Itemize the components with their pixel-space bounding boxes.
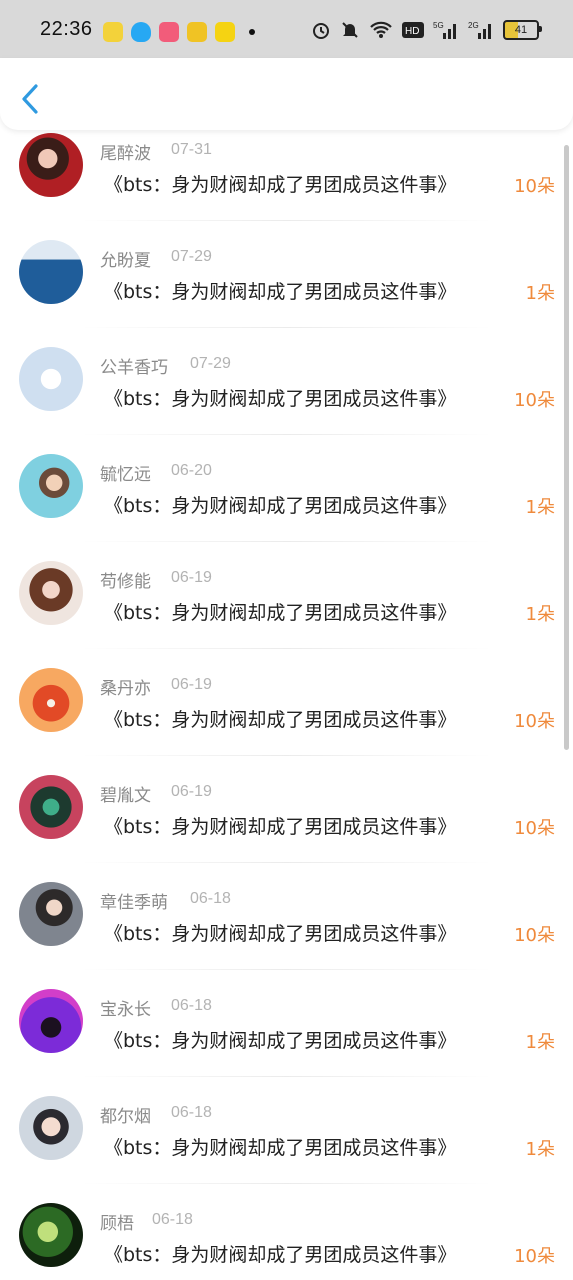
book-title[interactable]: 《bts：身为财阀却成了男团成员这件事》 — [104, 919, 456, 946]
book-title[interactable]: 《bts：身为财阀却成了男团成员这件事》 — [104, 170, 456, 197]
app-notification-icon — [159, 22, 179, 42]
user-name[interactable]: 公羊香巧 — [100, 353, 168, 378]
avatar[interactable] — [19, 240, 83, 304]
signal-2g-icon: 2G — [468, 20, 494, 40]
book-title[interactable]: 《bts：身为财阀却成了男团成员这件事》 — [104, 491, 456, 518]
user-name[interactable]: 宝永长 — [100, 995, 151, 1020]
user-name[interactable]: 允盼夏 — [100, 246, 151, 271]
avatar[interactable] — [19, 668, 83, 732]
flower-amount: 1朵 — [525, 283, 555, 304]
user-name[interactable]: 桑丹亦 — [100, 674, 151, 699]
system-icons: HD 5G 2G 41 — [311, 20, 542, 40]
book-title[interactable]: 《bts：身为财阀却成了男团成员这件事》 — [104, 1026, 456, 1053]
list-item[interactable]: 尾醉波 07-31 《bts：身为财阀却成了男团成员这件事》 10朵 — [0, 130, 573, 221]
user-name[interactable]: 章佳季萌 — [100, 888, 168, 913]
signal-5g-icon: 5G — [433, 20, 459, 40]
avatar[interactable] — [19, 561, 83, 625]
flower-amount: 1朵 — [525, 1139, 555, 1160]
flower-amount: 10朵 — [514, 925, 555, 946]
list-item[interactable]: 碧胤文 06-19 《bts：身为财阀却成了男团成员这件事》 10朵 — [0, 756, 573, 863]
status-bar: 22:36 HD 5G 2G 41 — [0, 0, 573, 58]
battery-icon: 41 — [503, 20, 542, 40]
user-name[interactable]: 苟修能 — [100, 567, 151, 592]
user-name[interactable]: 毓忆远 — [100, 460, 151, 485]
gift-record-list[interactable]: 尾醉波 07-31 《bts：身为财阀却成了男团成员这件事》 10朵 允盼夏 07-29 《… — [0, 130, 573, 1280]
flower-amount: 10朵 — [514, 711, 555, 732]
book-title[interactable]: 《bts：身为财阀却成了男团成员这件事》 — [104, 384, 456, 411]
user-name[interactable]: 顾梧 — [100, 1209, 134, 1234]
battery-level: 41 — [514, 24, 528, 36]
list-item[interactable]: 桑丹亦 06-19 《bts：身为财阀却成了男团成员这件事》 10朵 — [0, 649, 573, 756]
book-title[interactable]: 《bts：身为财阀却成了男团成员这件事》 — [104, 1133, 456, 1160]
gift-date: 07-29 — [190, 355, 231, 372]
header-bar — [0, 58, 573, 130]
user-name[interactable]: 碧胤文 — [100, 781, 151, 806]
user-name[interactable]: 都尔烟 — [100, 1102, 151, 1127]
book-title[interactable]: 《bts：身为财阀却成了男团成员这件事》 — [104, 705, 456, 732]
list-item[interactable]: 都尔烟 06-18 《bts：身为财阀却成了男团成员这件事》 1朵 — [0, 1077, 573, 1184]
flower-amount: 1朵 — [525, 497, 555, 518]
alarm-icon — [311, 20, 331, 40]
avatar[interactable] — [19, 882, 83, 946]
flower-amount: 10朵 — [514, 390, 555, 411]
svg-text:5G: 5G — [433, 21, 444, 30]
list-item[interactable]: 公羊香巧 07-29 《bts：身为财阀却成了男团成员这件事》 10朵 — [0, 328, 573, 435]
book-title[interactable]: 《bts：身为财阀却成了男团成员这件事》 — [104, 277, 456, 304]
flower-amount: 1朵 — [525, 1032, 555, 1053]
gift-date: 06-18 — [171, 997, 212, 1014]
wifi-icon — [369, 20, 393, 40]
user-name[interactable]: 尾醉波 — [100, 139, 151, 164]
avatar[interactable] — [19, 775, 83, 839]
app-notification-icon — [187, 22, 207, 42]
mute-icon — [340, 20, 360, 40]
gift-date: 06-19 — [171, 676, 212, 693]
qq-icon — [131, 22, 151, 42]
list-item[interactable]: 章佳季萌 06-18 《bts：身为财阀却成了男团成员这件事》 10朵 — [0, 863, 573, 970]
flower-amount: 1朵 — [525, 604, 555, 625]
list-item[interactable]: 苟修能 06-19 《bts：身为财阀却成了男团成员这件事》 1朵 — [0, 542, 573, 649]
list-item[interactable]: 允盼夏 07-29 《bts：身为财阀却成了男团成员这件事》 1朵 — [0, 221, 573, 328]
avatar[interactable] — [19, 133, 83, 197]
flower-amount: 10朵 — [514, 1246, 555, 1267]
gift-date: 07-31 — [171, 141, 212, 158]
app-notification-icon — [215, 22, 235, 42]
book-title[interactable]: 《bts：身为财阀却成了男团成员这件事》 — [104, 812, 456, 839]
chevron-left-icon — [22, 84, 38, 114]
app-notification-icon — [103, 22, 123, 42]
gift-date: 06-19 — [171, 783, 212, 800]
gift-date: 06-18 — [152, 1211, 193, 1228]
status-time: 22:36 — [40, 18, 93, 40]
avatar[interactable] — [19, 1096, 83, 1160]
svg-text:2G: 2G — [468, 21, 479, 30]
back-button[interactable] — [16, 78, 50, 120]
gift-date: 06-19 — [171, 569, 212, 586]
gift-date: 07-29 — [171, 248, 212, 265]
book-title[interactable]: 《bts：身为财阀却成了男团成员这件事》 — [104, 598, 456, 625]
list-item[interactable]: 宝永长 06-18 《bts：身为财阀却成了男团成员这件事》 1朵 — [0, 970, 573, 1077]
gift-date: 06-20 — [171, 462, 212, 479]
gift-date: 06-18 — [171, 1104, 212, 1121]
flower-amount: 10朵 — [514, 818, 555, 839]
more-notifications-dot — [249, 29, 255, 35]
list-item[interactable]: 顾梧 06-18 《bts：身为财阀却成了男团成员这件事》 10朵 — [0, 1184, 573, 1280]
book-title[interactable]: 《bts：身为财阀却成了男团成员这件事》 — [104, 1240, 456, 1267]
avatar[interactable] — [19, 347, 83, 411]
hd-icon: HD — [402, 21, 424, 39]
scrollbar[interactable] — [564, 145, 569, 750]
gift-date: 06-18 — [190, 890, 231, 907]
list-item[interactable]: 毓忆远 06-20 《bts：身为财阀却成了男团成员这件事》 1朵 — [0, 435, 573, 542]
notification-icons — [103, 22, 255, 42]
avatar[interactable] — [19, 989, 83, 1053]
flower-amount: 10朵 — [514, 176, 555, 197]
svg-text:HD: HD — [405, 26, 419, 37]
avatar[interactable] — [19, 1203, 83, 1267]
avatar[interactable] — [19, 454, 83, 518]
